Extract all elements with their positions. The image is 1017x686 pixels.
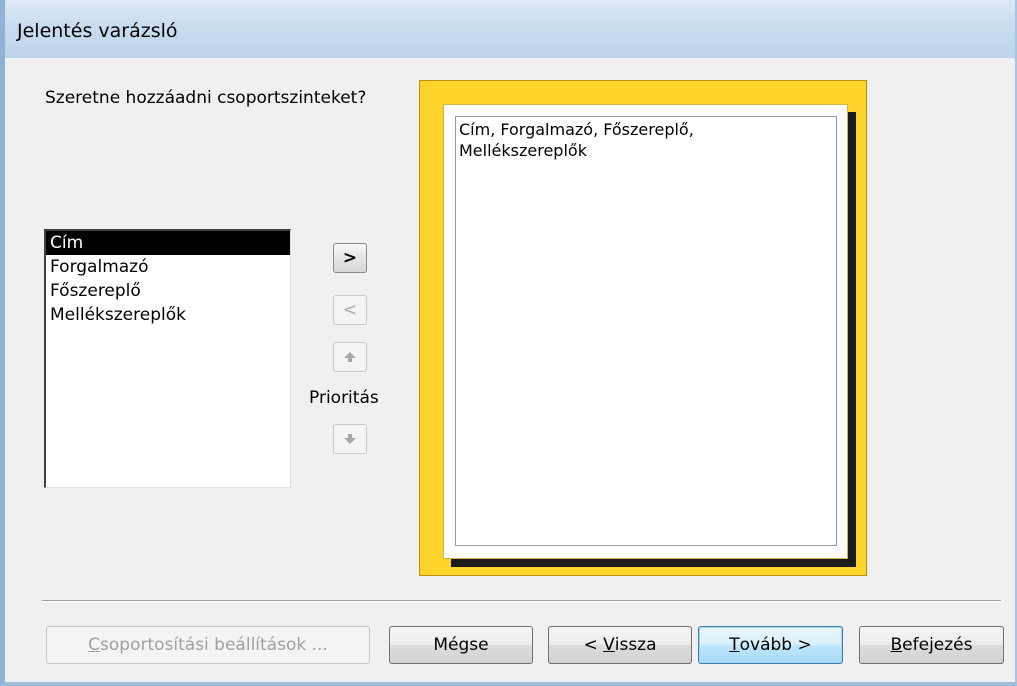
grouping-options-label: soportosítási beállítások ... <box>100 635 328 655</box>
field-item-foszereplo[interactable]: Főszereplő <box>46 279 290 303</box>
next-button[interactable]: Tovább > <box>698 626 843 664</box>
cancel-label: Mégse <box>433 635 489 655</box>
button-divider <box>42 600 1001 602</box>
field-item-forgalmazo[interactable]: Forgalmazó <box>46 255 290 279</box>
preview-text-line-2: Mellékszereplők <box>459 141 587 160</box>
priority-down-button[interactable] <box>333 424 367 454</box>
preview-page: Cím, Forgalmazó, Főszereplő, Mellékszere… <box>443 104 848 559</box>
next-mnemonic: T <box>729 635 740 655</box>
back-button[interactable]: < Vissza <box>548 626 692 664</box>
report-wizard-window: Jelentés varázsló Szeretne hozzáadni cso… <box>0 0 1017 686</box>
window-title: Jelentés varázsló <box>17 20 178 42</box>
priority-label: Prioritás <box>309 388 379 408</box>
cancel-button[interactable]: Mégse <box>389 626 533 664</box>
preview-field-list: Cím, Forgalmazó, Főszereplő, Mellékszere… <box>459 119 779 161</box>
remove-grouping-button[interactable]: < <box>333 295 367 325</box>
field-item-mellekszereplok[interactable]: Mellékszereplők <box>46 303 290 327</box>
grouping-question: Szeretne hozzáadni csoportszinteket? <box>45 88 367 108</box>
back-mnemonic: V <box>603 635 615 655</box>
down-arrow-icon <box>343 433 357 445</box>
up-arrow-icon <box>343 351 357 363</box>
grouping-options-button[interactable]: Csoportosítási beállítások ... <box>46 626 370 664</box>
title-bar[interactable]: Jelentés varázsló <box>5 0 1015 58</box>
finish-mnemonic: B <box>890 635 903 655</box>
back-prefix: < <box>583 635 604 655</box>
finish-label: efejezés <box>902 635 973 655</box>
preview-text-line-1: Cím, Forgalmazó, Főszereplő, <box>459 120 694 139</box>
back-label: issza <box>614 635 657 655</box>
next-label: ovább > <box>739 635 812 655</box>
priority-up-button[interactable] <box>333 342 367 372</box>
preview-grouping-box: Cím, Forgalmazó, Főszereplő, Mellékszere… <box>455 116 837 546</box>
finish-button[interactable]: Befejezés <box>859 626 1004 664</box>
field-item-cim[interactable]: Cím <box>46 231 290 255</box>
wizard-body: Szeretne hozzáadni csoportszinteket? Cím… <box>9 58 1011 680</box>
available-fields-list[interactable]: Cím Forgalmazó Főszereplő Mellékszereplő… <box>44 229 291 488</box>
add-grouping-button[interactable]: > <box>333 243 367 273</box>
grouping-options-mnemonic: C <box>88 635 101 655</box>
report-preview: Cím, Forgalmazó, Főszereplő, Mellékszere… <box>419 80 867 576</box>
